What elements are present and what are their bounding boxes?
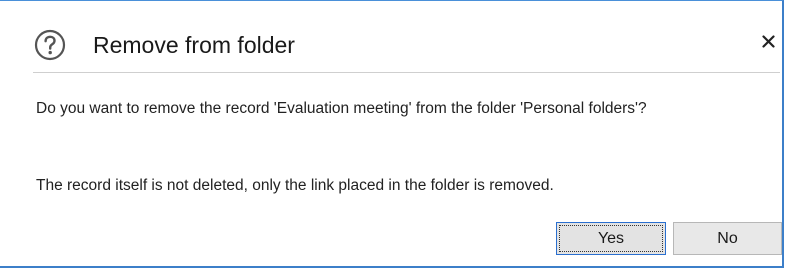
dialog-title: Remove from folder — [93, 32, 295, 58]
title-divider — [33, 72, 780, 73]
dialog-title-bar: Remove from folder — [0, 1, 782, 72]
info-note: The record itself is not deleted, only t… — [36, 177, 554, 194]
yes-button[interactable]: Yes — [556, 222, 666, 255]
yes-button-label: Yes — [597, 229, 625, 247]
confirmation-message: Do you want to remove the record 'Evalua… — [36, 100, 647, 117]
question-circle-icon — [34, 29, 66, 61]
no-button[interactable]: No — [673, 222, 782, 255]
remove-from-folder-dialog: Remove from folder Do you want to remove… — [0, 0, 784, 268]
no-button-label: No — [717, 229, 738, 247]
close-icon[interactable] — [756, 29, 782, 55]
